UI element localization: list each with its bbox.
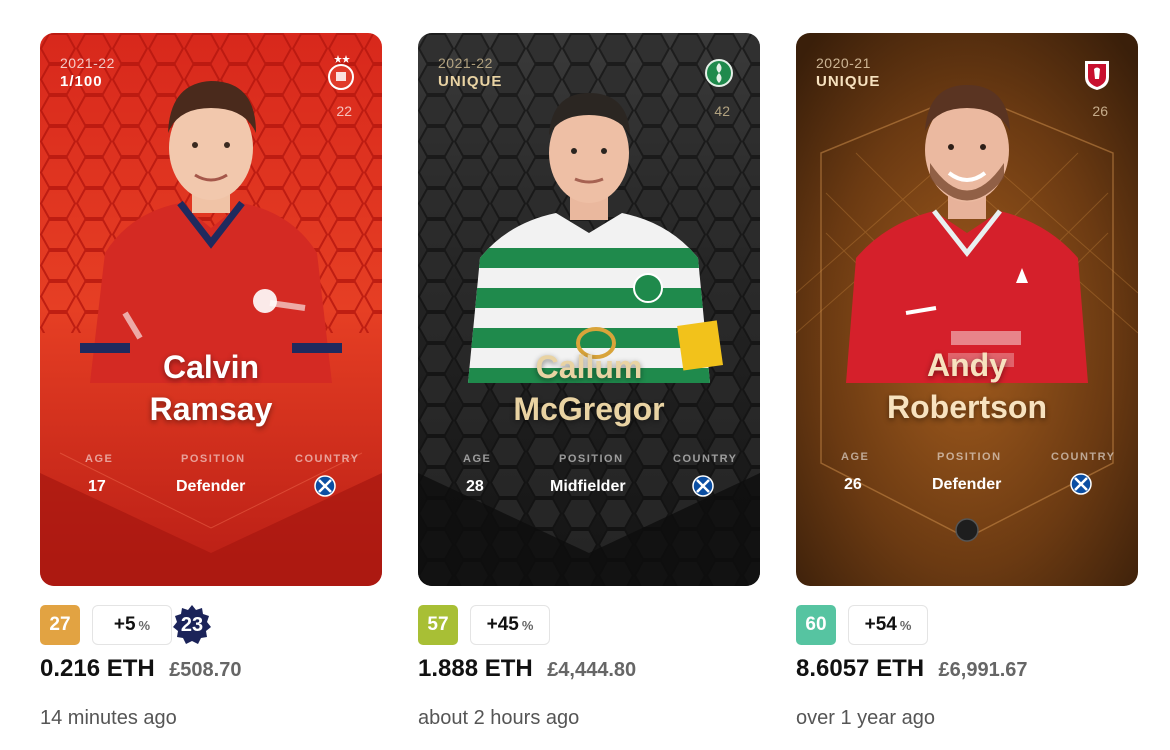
player-card[interactable]: 2021-22 UNIQUE 42 Callum McGregor AGE PO… (418, 33, 760, 586)
player-last-name: Ramsay (149, 391, 273, 427)
age-value: 28 (466, 478, 484, 495)
score-badge: 60 (796, 605, 836, 645)
card-meta: 57 +45% (418, 605, 760, 645)
age-value: 26 (844, 476, 862, 493)
scotland-flag-icon (692, 475, 714, 497)
score-delta: +5% (92, 605, 172, 645)
position-label: POSITION (181, 453, 246, 465)
score-badge: 57 (418, 605, 458, 645)
position-value: Midfielder (550, 478, 626, 495)
card-meta: 27 +5% 23 (40, 605, 382, 645)
price-row: 1.888 ETH £4,444.80 (418, 655, 778, 683)
card-listing-andy-robertson[interactable]: 2020-21 UNIQUE 26 Andy Robertson AGE POS… (796, 33, 1138, 729)
age-label: AGE (85, 453, 114, 465)
player-first-name: Andy (927, 347, 1007, 383)
country-label: COUNTRY (295, 453, 360, 465)
age-label: AGE (463, 453, 492, 465)
eth-price: 1.888 ETH (418, 655, 533, 682)
player-photo (80, 81, 342, 383)
delta-unit: % (521, 618, 534, 633)
score-delta: +54% (848, 605, 928, 645)
position-value: Defender (932, 476, 1002, 493)
delta-value: +54 (864, 614, 897, 635)
scotland-flag-icon (1070, 473, 1092, 495)
country-label: COUNTRY (673, 453, 738, 465)
country-label: COUNTRY (1051, 451, 1116, 463)
player-card[interactable]: 2021-22 1/100 22 Calvin Ramsay AGE POSIT… (40, 33, 382, 586)
eth-price: 0.216 ETH (40, 655, 155, 682)
price-row: 0.216 ETH £508.70 (40, 655, 400, 683)
card-listing-calvin-ramsay[interactable]: 2021-22 1/100 22 Calvin Ramsay AGE POSIT… (40, 33, 382, 729)
eth-price: 8.6057 ETH (796, 655, 925, 682)
delta-value: +45 (486, 614, 519, 635)
player-card[interactable]: 2020-21 UNIQUE 26 Andy Robertson AGE POS… (796, 33, 1138, 586)
fiat-price: £6,991.67 (938, 659, 1028, 681)
player-photo (468, 93, 724, 383)
fiat-price: £508.70 (169, 659, 242, 681)
player-last-name: McGregor (513, 391, 665, 427)
player-last-name: Robertson (887, 389, 1047, 425)
card-meta: 60 +54% (796, 605, 1138, 645)
score-delta: +45% (470, 605, 550, 645)
scotland-flag-icon (314, 475, 336, 497)
position-label: POSITION (937, 451, 1002, 463)
delta-unit: % (899, 618, 912, 633)
score-badge: 27 (40, 605, 80, 645)
card-listing-callum-mcgregor[interactable]: 2021-22 UNIQUE 42 Callum McGregor AGE PO… (418, 33, 760, 729)
price-row: 8.6057 ETH £6,991.67 (796, 655, 1156, 683)
age-label: AGE (841, 451, 870, 463)
listing-time: about 2 hours ago (418, 707, 580, 729)
fiat-price: £4,444.80 (547, 659, 637, 681)
listing-time: 14 minutes ago (40, 707, 177, 729)
position-label: POSITION (559, 453, 624, 465)
age-value: 17 (88, 478, 106, 495)
badge-value: 23 (180, 614, 204, 636)
player-stats: AGE POSITION COUNTRY 26 Defender (796, 451, 1138, 511)
player-stats: AGE POSITION COUNTRY 17 Defender (40, 453, 382, 513)
position-value: Defender (176, 478, 246, 495)
player-first-name: Calvin (162, 349, 260, 385)
player-first-name: Callum (535, 349, 643, 385)
player-stats: AGE POSITION COUNTRY 28 Midfielder (418, 453, 760, 513)
delta-unit: % (138, 618, 151, 633)
listing-time: over 1 year ago (796, 707, 935, 729)
delta-value: +5 (113, 614, 136, 635)
player-photo (846, 85, 1088, 383)
